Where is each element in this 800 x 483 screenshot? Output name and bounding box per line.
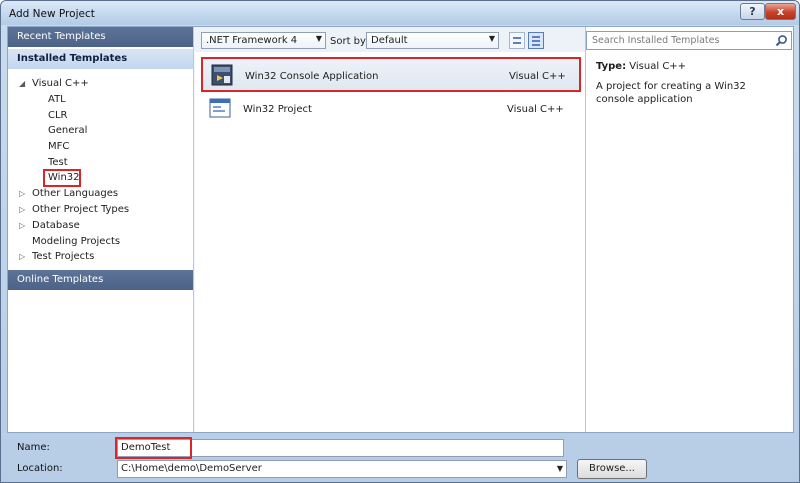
tree-item-mfc[interactable]: MFC bbox=[48, 141, 69, 152]
tree-item-general[interactable]: General bbox=[48, 125, 87, 136]
dialog-content: Recent Templates Installed Templates ◢ V… bbox=[7, 26, 794, 433]
type-value: Visual C++ bbox=[629, 61, 687, 72]
chevron-down-icon: ▼ bbox=[488, 34, 495, 43]
add-new-project-dialog: Add New Project ? x Recent Templates Ins… bbox=[0, 0, 800, 483]
recent-templates-header[interactable]: Recent Templates bbox=[8, 27, 193, 47]
collapsed-arrow-icon[interactable]: ▷ bbox=[19, 205, 25, 214]
template-description: A project for creating a Win32 console a… bbox=[596, 81, 746, 105]
sort-by-value: Default bbox=[371, 35, 408, 46]
sort-by-label: Sort by: bbox=[330, 36, 369, 47]
location-value: C:\Home\demo\DemoServer bbox=[121, 463, 262, 474]
templates-toolbar: .NET Framework 4 ▼ Sort by: Default ▼ bbox=[195, 27, 585, 52]
template-language: Visual C++ bbox=[507, 104, 564, 115]
tree-item-visual-cpp[interactable]: Visual C++ bbox=[32, 78, 89, 89]
location-field[interactable]: C:\Home\demo\DemoServer ▼ bbox=[117, 460, 567, 478]
type-label: Type: bbox=[596, 61, 627, 72]
collapsed-arrow-icon[interactable]: ▷ bbox=[19, 221, 25, 230]
template-list: Win32 Console Application Visual C++ Win… bbox=[195, 52, 585, 432]
framework-value: .NET Framework 4 bbox=[206, 35, 298, 46]
search-icon[interactable] bbox=[775, 34, 788, 47]
sort-by-select[interactable]: Default ▼ bbox=[366, 32, 499, 49]
chevron-down-icon[interactable]: ▼ bbox=[557, 464, 563, 473]
name-label: Name: bbox=[17, 442, 50, 453]
dialog-title: Add New Project bbox=[9, 8, 95, 20]
location-label: Location: bbox=[17, 463, 63, 474]
close-button[interactable]: x bbox=[765, 3, 796, 20]
tree-item-database[interactable]: Database bbox=[32, 220, 80, 231]
expanded-arrow-icon[interactable]: ◢ bbox=[19, 79, 25, 88]
close-icon: x bbox=[776, 5, 785, 18]
template-details-pane: Search Installed Templates Type: Visual … bbox=[585, 27, 793, 432]
collapsed-arrow-icon[interactable]: ▷ bbox=[19, 189, 25, 198]
template-name: Win32 Project bbox=[243, 104, 312, 115]
template-row-win32-console[interactable]: Win32 Console Application Visual C++ bbox=[201, 57, 581, 92]
template-name: Win32 Console Application bbox=[245, 71, 379, 82]
help-icon: ? bbox=[749, 5, 756, 18]
tree-item-modeling-projects[interactable]: Modeling Projects bbox=[32, 236, 120, 247]
tree-item-clr[interactable]: CLR bbox=[48, 110, 68, 121]
title-bar[interactable]: Add New Project ? x bbox=[1, 1, 799, 25]
browse-button[interactable]: Browse... bbox=[577, 459, 647, 479]
framework-select[interactable]: .NET Framework 4 ▼ bbox=[201, 32, 326, 49]
template-categories-pane: Recent Templates Installed Templates ◢ V… bbox=[8, 27, 194, 432]
search-placeholder: Search Installed Templates bbox=[592, 35, 720, 46]
collapsed-arrow-icon[interactable]: ▷ bbox=[19, 252, 25, 261]
name-highlight bbox=[115, 437, 192, 459]
template-type: Type: Visual C++ bbox=[596, 61, 686, 72]
list-view-button[interactable] bbox=[528, 32, 544, 49]
installed-templates-header[interactable]: Installed Templates bbox=[8, 49, 193, 69]
tree-item-test-projects[interactable]: Test Projects bbox=[32, 251, 94, 262]
chevron-down-icon: ▼ bbox=[315, 34, 322, 43]
template-row-win32-project[interactable]: Win32 Project Visual C++ bbox=[201, 92, 581, 127]
help-button[interactable]: ? bbox=[740, 3, 765, 20]
console-app-icon bbox=[211, 64, 233, 86]
template-language: Visual C++ bbox=[509, 71, 566, 82]
tree-item-win32[interactable]: Win32 bbox=[48, 172, 80, 183]
tree-item-test[interactable]: Test bbox=[48, 157, 68, 168]
medium-icons-view-button[interactable] bbox=[509, 32, 525, 49]
window-app-icon bbox=[209, 98, 231, 118]
tree-item-atl[interactable]: ATL bbox=[48, 94, 66, 105]
online-templates-header[interactable]: Online Templates bbox=[8, 270, 193, 290]
tree-item-other-languages[interactable]: Other Languages bbox=[32, 188, 118, 199]
tree-item-other-project-types[interactable]: Other Project Types bbox=[32, 204, 129, 215]
search-input[interactable]: Search Installed Templates bbox=[586, 31, 792, 50]
